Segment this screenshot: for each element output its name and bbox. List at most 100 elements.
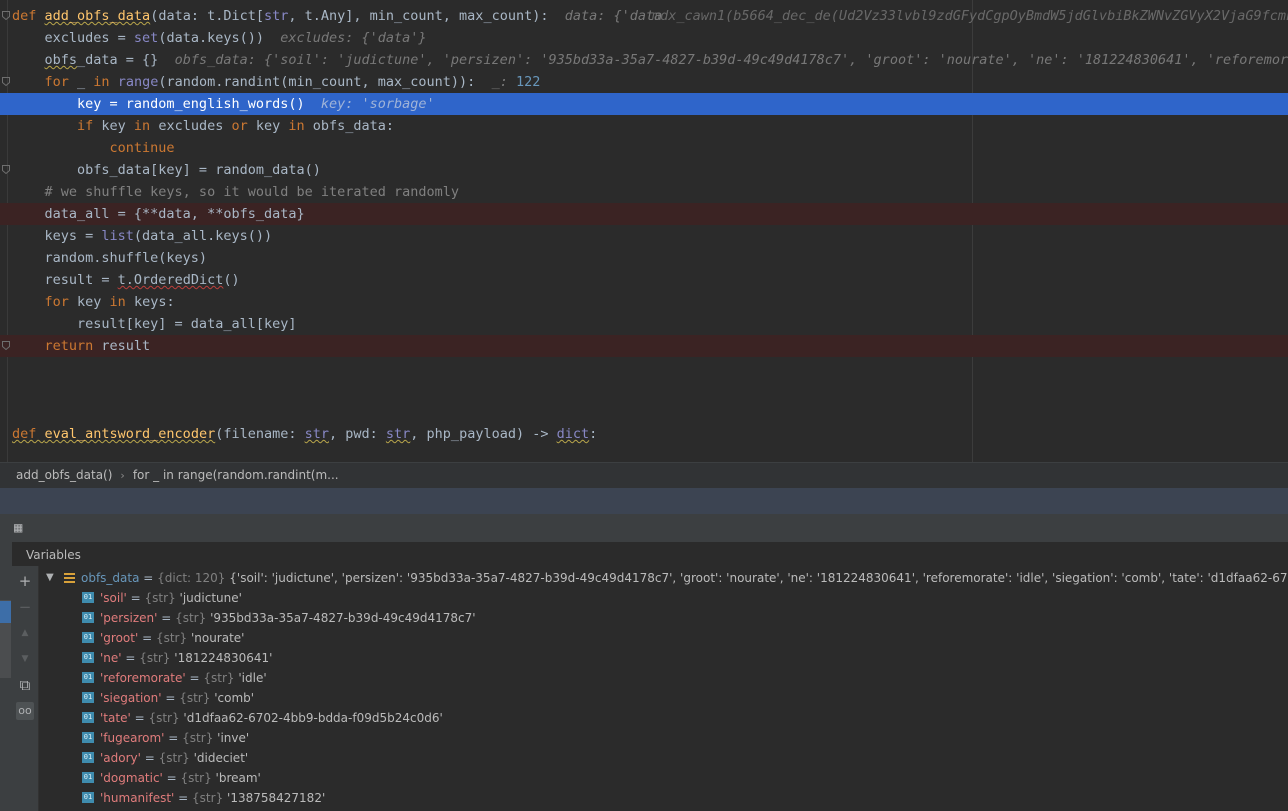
inline-value-hint: mdx_cawn1(b5664_dec_de(Ud2Vz33lvbl9zdGFy… bbox=[652, 8, 1288, 24]
variable-row[interactable]: 01'soil' = {str} 'judictune' bbox=[38, 588, 1288, 608]
variable-type: {str} bbox=[179, 691, 211, 705]
code-text: for _ in range(random.randint(min_count,… bbox=[12, 74, 541, 90]
show-watches-icon[interactable]: oo bbox=[16, 702, 34, 720]
code-text: excludes = set(data.keys()) excludes: {'… bbox=[12, 30, 427, 46]
variable-value: 'comb' bbox=[210, 691, 255, 705]
code-text: random.shuffle(keys) bbox=[12, 250, 208, 266]
copy-icon[interactable]: ⧉ bbox=[16, 676, 34, 694]
variable-key: 'dogmatic' bbox=[100, 771, 163, 785]
code-line[interactable] bbox=[0, 379, 1288, 401]
variable-row[interactable]: 01'ne' = {str} '181224830641' bbox=[38, 648, 1288, 668]
variable-row[interactable]: 01'fugearom' = {str} 'inve' bbox=[38, 728, 1288, 748]
chevron-right-icon: › bbox=[120, 469, 125, 482]
remove-watch-icon[interactable]: − bbox=[16, 598, 34, 616]
debug-toolbar: ▦ bbox=[0, 514, 1288, 542]
root-variable-name: obfs_data bbox=[81, 571, 140, 585]
str-type-icon: 01 bbox=[82, 752, 94, 763]
variable-row[interactable]: 01'tate' = {str} 'd1dfaa62-6702-4bb9-bdd… bbox=[38, 708, 1288, 728]
variables-tree: ▼ obfs_data = {dict: 120} {'soil': 'judi… bbox=[38, 568, 1288, 811]
code-line[interactable]: continue bbox=[0, 137, 1288, 159]
code-line[interactable]: def add_obfs_data(data: t.Dict[str, t.An… bbox=[0, 5, 1288, 27]
code-line[interactable]: if key in excludes or key in obfs_data: bbox=[0, 115, 1288, 137]
code-line[interactable]: obfs_data[key] = random_data() bbox=[0, 159, 1288, 181]
code-text: for key in keys: bbox=[12, 294, 175, 310]
variable-row[interactable]: 01'groot' = {str} 'nourate' bbox=[38, 628, 1288, 648]
code-line[interactable]: result[key] = data_all[key] bbox=[0, 313, 1288, 335]
variable-row[interactable]: 01'siegation' = {str} 'comb' bbox=[38, 688, 1288, 708]
variable-value: 'judictune' bbox=[175, 591, 242, 605]
variable-key: 'persizen' bbox=[100, 611, 158, 625]
dict-icon bbox=[64, 573, 75, 583]
root-variable-type: {dict: 120} bbox=[157, 571, 226, 585]
variable-row[interactable]: 01'humanifest' = {str} '138758427182' bbox=[38, 788, 1288, 808]
fold-marker-icon[interactable] bbox=[2, 165, 10, 174]
add-watch-icon[interactable]: + bbox=[16, 572, 34, 590]
code-text: data_all = {**data, **obfs_data} bbox=[12, 206, 305, 222]
code-line[interactable] bbox=[0, 401, 1288, 423]
variable-row[interactable]: 01'adory' = {str} 'dideciet' bbox=[38, 748, 1288, 768]
variable-key: 'reforemorate' bbox=[100, 671, 186, 685]
code-text: obfs_data = {} obfs_data: {'soil': 'judi… bbox=[44, 52, 1288, 68]
code-line[interactable]: return result bbox=[0, 335, 1288, 357]
fold-marker-icon[interactable] bbox=[2, 11, 10, 20]
variable-type: {str} bbox=[203, 671, 235, 685]
frames-scroll-thumb[interactable] bbox=[0, 601, 11, 623]
code-line[interactable]: obfs_data = {} obfs_data: {'soil': 'judi… bbox=[0, 49, 1288, 71]
code-line[interactable]: excludes = set(data.keys()) excludes: {'… bbox=[0, 27, 1288, 49]
code-text: if key in excludes or key in obfs_data: bbox=[12, 118, 395, 134]
variable-key: 'tate' bbox=[100, 711, 131, 725]
variable-value: '935bd33a-35a7-4827-b39d-49c49d4178c7' bbox=[206, 611, 476, 625]
fold-marker-icon[interactable] bbox=[2, 341, 10, 350]
move-up-icon[interactable]: ▲ bbox=[16, 624, 34, 642]
variable-type: {str} bbox=[139, 651, 171, 665]
variable-type: {str} bbox=[148, 711, 180, 725]
chevron-down-icon[interactable]: ▼ bbox=[46, 568, 54, 588]
variable-row[interactable]: 01'reforemorate' = {str} 'idle' bbox=[38, 668, 1288, 688]
code-line[interactable]: # we shuffle keys, so it would be iterat… bbox=[0, 181, 1288, 203]
variable-row-root[interactable]: ▼ obfs_data = {dict: 120} {'soil': 'judi… bbox=[38, 568, 1288, 588]
code-line[interactable]: for key in keys: bbox=[0, 291, 1288, 313]
variable-key: 'humanifest' bbox=[100, 791, 175, 805]
str-type-icon: 01 bbox=[82, 672, 94, 683]
variable-type: {str} bbox=[192, 791, 224, 805]
code-line[interactable]: def eval_antsword_encoder(filename: str,… bbox=[0, 423, 1288, 445]
variable-row[interactable]: 01'dogmatic' = {str} 'bream' bbox=[38, 768, 1288, 788]
variable-type: {str} bbox=[182, 731, 214, 745]
variable-type: {str} bbox=[180, 771, 212, 785]
breadcrumb-function[interactable]: add_obfs_data() bbox=[16, 468, 112, 482]
code-line[interactable] bbox=[0, 357, 1288, 379]
code-line[interactable]: key = random_english_words() key: 'sorba… bbox=[0, 93, 1288, 115]
code-text: result = t.OrderedDict() bbox=[12, 272, 240, 288]
code-text: continue bbox=[12, 140, 175, 156]
table-view-icon[interactable]: ▦ bbox=[14, 520, 30, 536]
variable-type: {str} bbox=[144, 591, 176, 605]
code-editor[interactable]: def add_obfs_data(data: t.Dict[str, t.An… bbox=[0, 0, 1288, 462]
move-down-icon[interactable]: ▼ bbox=[16, 650, 34, 668]
variable-key: 'groot' bbox=[100, 631, 139, 645]
breadcrumb-loop[interactable]: for _ in range(random.randint(m... bbox=[133, 468, 339, 482]
variable-value: '181224830641' bbox=[170, 651, 273, 665]
variables-panel: Variables + − ▲ ▼ ⧉ oo ▼ obfs_data = {di… bbox=[12, 542, 1288, 811]
variable-value: 'inve' bbox=[213, 731, 250, 745]
variable-type: {str} bbox=[175, 611, 207, 625]
variables-title: Variables bbox=[26, 548, 81, 562]
code-line[interactable]: random.shuffle(keys) bbox=[0, 247, 1288, 269]
code-text: # we shuffle keys, so it would be iterat… bbox=[12, 184, 460, 200]
variable-type: {str} bbox=[155, 631, 188, 645]
variable-type: {str} bbox=[158, 751, 190, 765]
str-type-icon: 01 bbox=[82, 732, 94, 743]
variable-key: 'ne' bbox=[100, 651, 122, 665]
code-text: result[key] = data_all[key] bbox=[12, 316, 297, 332]
str-type-icon: 01 bbox=[82, 612, 94, 623]
str-type-icon: 01 bbox=[82, 712, 94, 723]
str-type-icon: 01 bbox=[82, 692, 94, 703]
variable-value: 'bream' bbox=[211, 771, 261, 785]
code-text: key = random_english_words() key: 'sorba… bbox=[12, 96, 435, 112]
str-type-icon: 01 bbox=[82, 772, 94, 783]
fold-marker-icon[interactable] bbox=[2, 77, 10, 86]
code-line[interactable]: result = t.OrderedDict() bbox=[0, 269, 1288, 291]
code-line[interactable]: for _ in range(random.randint(min_count,… bbox=[0, 71, 1288, 93]
variable-row[interactable]: 01'persizen' = {str} '935bd33a-35a7-4827… bbox=[38, 608, 1288, 628]
code-line[interactable]: keys = list(data_all.keys()) bbox=[0, 225, 1288, 247]
code-line[interactable]: data_all = {**data, **obfs_data} bbox=[0, 203, 1288, 225]
